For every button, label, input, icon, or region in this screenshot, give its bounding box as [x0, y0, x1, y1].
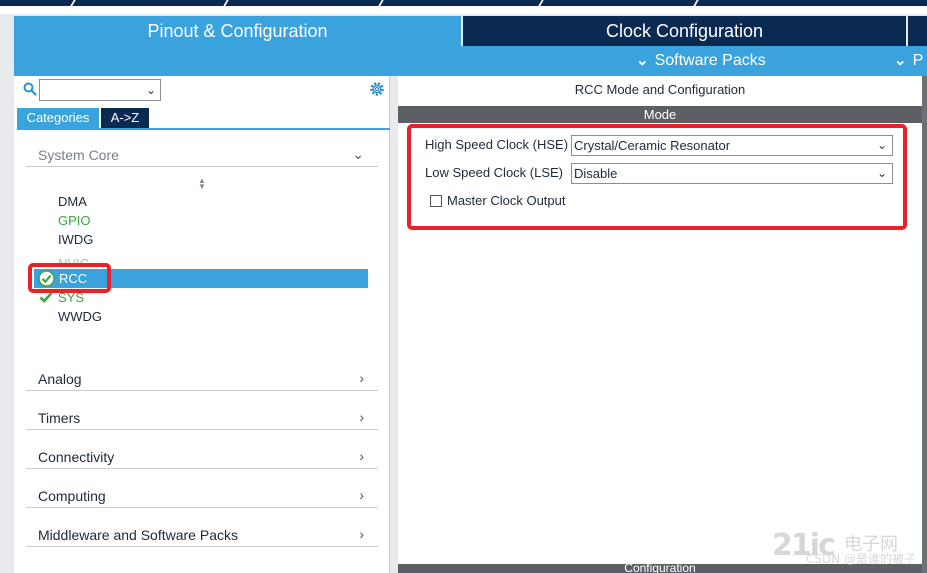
- panel-divider[interactable]: [390, 76, 398, 573]
- section-label: Middleware and Software Packs: [38, 527, 238, 543]
- chevron-right-icon: ›: [359, 526, 364, 542]
- tab-clock-configuration[interactable]: Clock Configuration: [463, 16, 906, 46]
- window-top-strip: [0, 0, 927, 14]
- mode-header: Mode: [398, 106, 922, 123]
- top-strip-dark: [0, 0, 927, 6]
- software-packs-label: Software Packs: [654, 52, 766, 69]
- gear-icon[interactable]: [368, 80, 386, 98]
- pinout-menu-label: P: [912, 52, 924, 69]
- section-analog[interactable]: Analog ›: [26, 365, 378, 391]
- chevron-right-icon: ›: [359, 448, 364, 464]
- tab-pinout-configuration[interactable]: Pinout & Configuration: [14, 16, 461, 46]
- list-item-wwdg[interactable]: WWDG: [58, 307, 102, 326]
- section-label: Computing: [38, 488, 106, 504]
- software-packs-menu[interactable]: ⌄ Software Packs: [636, 46, 766, 76]
- section-label: Analog: [38, 371, 82, 387]
- section-computing[interactable]: Computing ›: [26, 482, 378, 508]
- tab-a-to-z[interactable]: A->Z: [101, 108, 149, 128]
- section-system-core[interactable]: System Core ⌄: [26, 141, 378, 167]
- panel-title: RCC Mode and Configuration: [574, 82, 746, 97]
- section-label: System Core: [38, 147, 119, 163]
- categories-panel: ⌄ Categories A->Z System Core ⌄ ▲ ▼ DMA G…: [14, 76, 390, 573]
- rcc-mode-panel: RCC Mode and Configuration Mode High Spe…: [398, 76, 922, 573]
- search-icon[interactable]: [23, 82, 37, 96]
- tab-underline: [17, 128, 390, 130]
- window-right-edge: [922, 76, 927, 573]
- chevron-down-icon: ⌄: [894, 52, 907, 69]
- sub-menu-bar: ⌄ Software Packs ⌄ P: [14, 46, 927, 76]
- tab-overflow[interactable]: [908, 16, 927, 46]
- chevron-down-icon: ⌄: [352, 146, 364, 162]
- watermark-logo: 21ic 电子网 CSDN @是谁的被子: [772, 528, 922, 568]
- section-connectivity[interactable]: Connectivity ›: [26, 443, 378, 469]
- watermark-text: CSDN @是谁的被子: [806, 552, 917, 566]
- list-item-gpio[interactable]: GPIO: [58, 211, 91, 230]
- chevron-down-icon[interactable]: ⌄: [146, 83, 156, 97]
- chevron-down-icon: ⌄: [636, 52, 649, 69]
- chevron-right-icon: ›: [359, 409, 364, 425]
- pinout-menu[interactable]: ⌄ P: [894, 46, 923, 76]
- chevron-right-icon: ›: [359, 487, 364, 503]
- highlight-box: [28, 263, 111, 293]
- section-timers[interactable]: Timers ›: [26, 404, 378, 430]
- section-label: Connectivity: [38, 449, 115, 465]
- tab-categories[interactable]: Categories: [17, 108, 99, 128]
- list-item-iwdg[interactable]: IWDG: [58, 230, 93, 249]
- search-input[interactable]: ⌄: [39, 79, 161, 101]
- list-item-dma[interactable]: DMA: [58, 192, 87, 211]
- chevron-right-icon: ›: [359, 370, 364, 386]
- sort-icon[interactable]: ▲ ▼: [198, 177, 206, 191]
- main-tab-bar: Pinout & Configuration Clock Configurati…: [14, 16, 927, 46]
- highlight-box: [407, 124, 907, 230]
- section-label: Timers: [38, 410, 81, 426]
- section-middleware[interactable]: Middleware and Software Packs ›: [26, 521, 378, 547]
